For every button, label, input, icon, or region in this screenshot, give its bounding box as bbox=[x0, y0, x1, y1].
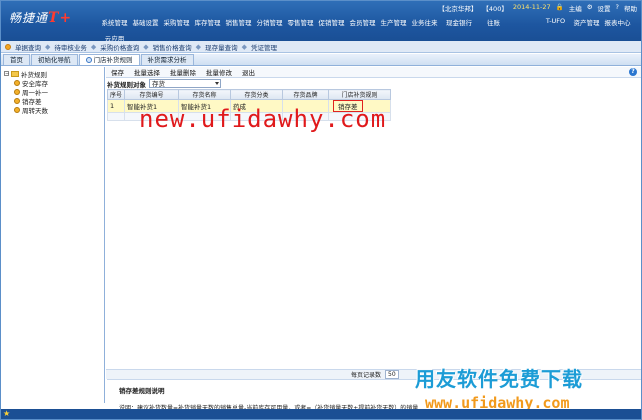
rules-tree: − 补货规则 安全库存 周一补一 销存差 周转天数 bbox=[1, 67, 105, 403]
tree-root[interactable]: − 补货规则 bbox=[4, 69, 101, 79]
leaf-icon bbox=[14, 88, 20, 95]
folder-icon bbox=[11, 70, 19, 77]
menu-item-blank bbox=[509, 17, 540, 27]
app-logo: 畅捷通T+ bbox=[9, 9, 72, 26]
quick-purchase-price[interactable]: 采购价格查询 bbox=[100, 42, 139, 52]
cell-no: 1 bbox=[106, 99, 126, 113]
menu-item-production[interactable]: 生产管理 bbox=[378, 17, 409, 27]
col-header-rule[interactable]: 门店补货规则 bbox=[328, 89, 392, 100]
tree-item-one-for-one[interactable]: 周一补一 bbox=[4, 87, 101, 97]
batch-edit-button[interactable]: 批量修改 bbox=[206, 67, 232, 77]
save-button[interactable]: 保存 bbox=[111, 67, 124, 77]
star-icon[interactable]: ★ bbox=[3, 410, 11, 418]
account-code: 【400】 bbox=[482, 5, 508, 13]
settings-button[interactable]: 设置 bbox=[598, 3, 611, 13]
help-button[interactable]: 帮助 bbox=[624, 3, 637, 13]
leaf-icon bbox=[14, 97, 20, 104]
menu-item-sales[interactable]: 销售管理 bbox=[223, 17, 254, 27]
menu-item-inventory[interactable]: 库存管理 bbox=[192, 17, 223, 27]
tab-home[interactable]: 首页 bbox=[3, 54, 30, 65]
tree-item-turnover-days[interactable]: 周转天数 bbox=[4, 105, 101, 115]
brand-banner-text: 用友软件免费下载 bbox=[415, 367, 583, 391]
menu-item-accounts[interactable]: 往账 bbox=[478, 17, 509, 27]
login-date: 2014-11-27 bbox=[512, 3, 551, 11]
tab-strip: 首页 初始化导航 门店补货规则 补货需求分析 bbox=[1, 54, 641, 66]
company-name: 【北京华邦】 bbox=[438, 5, 478, 13]
menu-item-business[interactable]: 业务往来 bbox=[409, 17, 440, 27]
menu-item-reports[interactable]: 报表中心 bbox=[602, 17, 633, 27]
tab-icon bbox=[85, 57, 92, 63]
menu-item-retail[interactable]: 零售管理 bbox=[285, 17, 316, 27]
menu-item-assets[interactable]: 资产管理 bbox=[571, 17, 602, 27]
tree-item-safety-stock[interactable]: 安全库存 bbox=[4, 78, 101, 88]
bottom-bar: ★ bbox=[1, 409, 641, 419]
top-banner: 畅捷通T+ 【北京华邦】 【400】 2014-11-27 🔒 主编 ⚙ 设置 … bbox=[1, 1, 641, 43]
col-header-category[interactable]: 存货分类 bbox=[230, 89, 284, 100]
watermark-text: new.ufidawhy.com bbox=[139, 105, 387, 133]
help-icon[interactable]: ? bbox=[616, 3, 619, 13]
application-window: 畅捷通T+ 【北京华邦】 【400】 2014-11-27 🔒 主编 ⚙ 设置 … bbox=[0, 0, 642, 420]
leaf-icon bbox=[14, 106, 20, 113]
tab-replenish-rules[interactable]: 门店补货规则 bbox=[78, 54, 140, 65]
exit-button[interactable]: 退出 bbox=[242, 67, 255, 77]
menu-item-cash[interactable]: 现金银行 bbox=[440, 17, 478, 27]
tree-item-sales-stock-diff[interactable]: 销存差 bbox=[4, 96, 101, 106]
filter-label: 补货规则对象 bbox=[107, 80, 146, 89]
menu-item-distribution[interactable]: 分销管理 bbox=[254, 17, 285, 27]
filter-row: 补货规则对象 存货 bbox=[106, 78, 641, 89]
quick-doc-query[interactable]: 单据查询 bbox=[15, 42, 41, 52]
main-menu: 系统管理 基础设置 采购管理 库存管理 销售管理 分销管理 零售管理 促销管理 … bbox=[99, 17, 639, 43]
tab-init-nav[interactable]: 初始化导航 bbox=[31, 54, 78, 65]
batch-delete-button[interactable]: 批量删除 bbox=[170, 67, 196, 77]
quick-sales-price[interactable]: 销售价格查询 bbox=[153, 42, 192, 52]
status-bar: 【北京华邦】 【400】 2014-11-27 🔒 主编 ⚙ 设置 ? 帮助 bbox=[438, 3, 637, 13]
page-size-label: 每页记录数 bbox=[351, 372, 382, 379]
toolbar: 保存 批量选择 批量删除 批量修改 退出 ? bbox=[106, 67, 641, 78]
user-button[interactable]: 主编 bbox=[569, 3, 582, 13]
help-icon[interactable]: ? bbox=[629, 68, 637, 76]
menu-item-system[interactable]: 系统管理 bbox=[99, 17, 130, 27]
page-size-input[interactable]: 50 bbox=[385, 370, 399, 379]
menu-item-basic[interactable]: 基础设置 bbox=[130, 17, 161, 27]
batch-select-button[interactable]: 批量选择 bbox=[134, 67, 160, 77]
leaf-icon bbox=[14, 79, 20, 86]
col-header-code[interactable]: 存货编号 bbox=[124, 89, 180, 100]
quickbar-icon bbox=[5, 43, 11, 50]
menu-item-ufo[interactable]: T-UFO bbox=[540, 17, 571, 27]
menu-item-purchase[interactable]: 采购管理 bbox=[161, 17, 192, 27]
col-header-no[interactable]: 序号 bbox=[106, 89, 126, 100]
tab-demand-analysis[interactable]: 补货需求分析 bbox=[140, 54, 194, 65]
gear-icon[interactable]: ⚙ bbox=[587, 3, 593, 13]
quick-voucher[interactable]: 凭证管理 bbox=[251, 42, 277, 52]
rule-object-select[interactable]: 存货 bbox=[149, 79, 221, 88]
col-header-name[interactable]: 存货名称 bbox=[178, 89, 232, 100]
menu-item-member[interactable]: 会员管理 bbox=[347, 17, 378, 27]
quick-pending-review[interactable]: 待审核业务 bbox=[54, 42, 87, 52]
chevron-down-icon bbox=[215, 82, 219, 85]
lock-icon[interactable]: 🔒 bbox=[556, 3, 564, 13]
quick-stock-query[interactable]: 现存量查询 bbox=[205, 42, 238, 52]
menu-item-promotion[interactable]: 促销管理 bbox=[316, 17, 347, 27]
collapse-icon[interactable]: − bbox=[4, 71, 9, 77]
logo-tplus: T+ bbox=[48, 10, 73, 26]
col-header-brand[interactable]: 存货品牌 bbox=[282, 89, 330, 100]
quick-access-bar: 单据查询 ◆ 待审核业务 ◆ 采购价格查询 ◆ 销售价格查询 ◆ 现存量查询 ◆ 凭证管理 bbox=[1, 41, 641, 53]
logo-text: 畅捷通 bbox=[9, 11, 49, 25]
